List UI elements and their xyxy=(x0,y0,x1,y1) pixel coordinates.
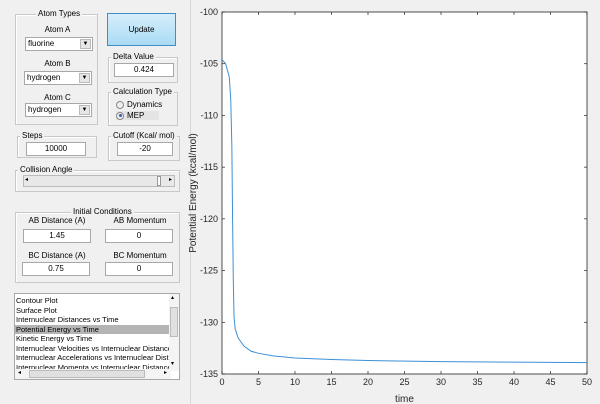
y-tick-label: -110 xyxy=(201,110,218,120)
y-tick-label: -135 xyxy=(200,369,218,379)
x-tick-label: 25 xyxy=(399,377,409,387)
x-tick-label: 35 xyxy=(472,377,482,387)
y-tick-label: -125 xyxy=(200,266,218,276)
y-tick-label: -100 xyxy=(200,7,218,17)
x-tick-label: 0 xyxy=(219,377,224,387)
plot-area xyxy=(221,11,588,375)
x-axis-label: time xyxy=(395,394,414,404)
potential-energy-chart: 0 5 10 15 20 25 30 35 40 45 50 -100 -105 -110 -115 -120… xyxy=(188,7,592,404)
y-tick-label: -120 xyxy=(200,214,218,224)
y-tick-label: -115 xyxy=(201,162,218,172)
x-tick-label: 45 xyxy=(545,377,555,387)
x-tick-label: 20 xyxy=(363,377,373,387)
x-tick-label: 5 xyxy=(256,377,261,387)
x-tick-label: 15 xyxy=(326,377,336,387)
y-tick-label: -130 xyxy=(200,317,218,327)
x-tick-label: 40 xyxy=(509,377,519,387)
y-axis-label: Potential Energy (kcal/mol) xyxy=(188,133,199,253)
y-tick-label: -105 xyxy=(200,59,218,69)
x-tick-label: 10 xyxy=(290,377,300,387)
x-tick-label: 30 xyxy=(436,377,446,387)
x-tick-label: 50 xyxy=(582,377,592,387)
